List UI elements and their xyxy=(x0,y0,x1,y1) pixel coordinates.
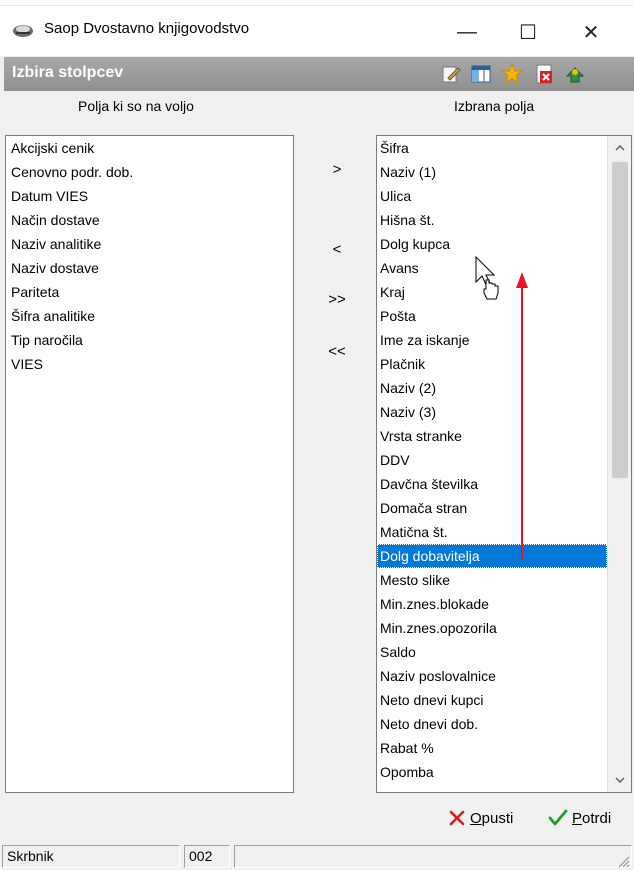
selected-field-item[interactable]: Ime za iskanje xyxy=(377,328,607,352)
selected-field-item[interactable]: Ulica xyxy=(377,184,607,208)
selected-field-item[interactable]: Plačnik xyxy=(377,352,607,376)
available-field-item[interactable]: VIES xyxy=(6,352,293,376)
status-code: 002 xyxy=(184,845,230,868)
selected-field-item[interactable]: Min.znes.opozorila xyxy=(377,616,607,640)
selected-field-item[interactable]: Davčna številka xyxy=(377,472,607,496)
selected-field-item[interactable]: Mesto slike xyxy=(377,568,607,592)
status-extra xyxy=(234,845,632,868)
chevron-down-icon xyxy=(615,777,625,783)
selected-field-item[interactable]: Opomba xyxy=(377,760,607,784)
dialog-button-bar: Opusti Potrdi xyxy=(0,793,634,841)
remove-all-fields-button[interactable]: << xyxy=(312,340,362,364)
maximize-button[interactable]: ☐ xyxy=(505,14,551,50)
selected-field-item[interactable]: Matična št. xyxy=(377,520,607,544)
selected-field-item[interactable]: Rabat % xyxy=(377,736,607,760)
resize-grip-icon[interactable] xyxy=(616,854,630,868)
selected-field-item[interactable]: Kraj xyxy=(377,280,607,304)
selected-fields-list[interactable]: Šifra Naziv (1) Ulica Hišna št. Dolg kupca Av… xyxy=(376,135,632,793)
app-icon xyxy=(13,25,33,37)
selected-field-item[interactable]: Pošta xyxy=(377,304,607,328)
status-bar: Skrbnik 002 xyxy=(0,841,634,870)
selected-field-item[interactable]: Šifra xyxy=(377,136,607,160)
available-field-item[interactable]: Šifra analitike xyxy=(6,304,293,328)
star-icon[interactable] xyxy=(501,63,523,85)
confirm-button[interactable]: Potrdi xyxy=(548,807,611,829)
selected-field-item[interactable]: Hišna št. xyxy=(377,208,607,232)
window-title: Saop Dvostavno knjigovodstvo xyxy=(44,20,250,37)
minimize-button[interactable]: — xyxy=(444,14,490,50)
title-bar[interactable]: Saop Dvostavno knjigovodstvo — ☐ ✕ xyxy=(0,6,634,56)
selected-field-item[interactable]: Avans xyxy=(377,256,607,280)
remove-field-button[interactable]: < xyxy=(312,238,362,262)
scroll-up-button[interactable] xyxy=(608,136,631,160)
selected-field-item[interactable]: Naziv (3) xyxy=(377,400,607,424)
selected-field-item[interactable]: Neto dnevi dob. xyxy=(377,712,607,736)
x-cancel-icon xyxy=(449,810,465,826)
checkmark-icon xyxy=(548,809,568,826)
exit-icon[interactable] xyxy=(564,63,586,85)
application-window: Saop Dvostavno knjigovodstvo — ☐ ✕ Izbir… xyxy=(0,0,634,870)
close-button[interactable]: ✕ xyxy=(568,14,614,50)
available-field-item[interactable]: Pariteta xyxy=(6,280,293,304)
scroll-down-button[interactable] xyxy=(608,768,631,792)
cancel-button[interactable]: Opusti xyxy=(448,807,513,829)
scroll-thumb[interactable] xyxy=(612,162,628,478)
status-user: Skrbnik xyxy=(2,845,180,868)
available-field-item[interactable]: Način dostave xyxy=(6,208,293,232)
edit-icon[interactable] xyxy=(440,63,462,85)
selected-field-item[interactable]: Saldo xyxy=(377,640,607,664)
confirm-button-label: Potrdi xyxy=(572,809,612,827)
selected-list-scrollbar[interactable] xyxy=(607,136,631,792)
selected-field-item[interactable]: Domača stran xyxy=(377,496,607,520)
selected-field-item[interactable]: Naziv poslovalnice xyxy=(377,664,607,688)
selected-field-item[interactable]: Vrsta stranke xyxy=(377,424,607,448)
dialog-title: Izbira stolpcev xyxy=(12,64,124,81)
available-field-item[interactable]: Akcijski cenik xyxy=(6,136,293,160)
delete-icon[interactable] xyxy=(533,63,555,85)
selected-field-item[interactable]: Naziv (1) xyxy=(377,160,607,184)
selected-field-item[interactable]: Dolg kupca xyxy=(377,232,607,256)
cancel-button-label: Opusti xyxy=(470,809,514,827)
available-fields-list[interactable]: Akcijski cenik Cenovno podr. dob. Datum VI… xyxy=(5,135,294,793)
selected-fields-label: Izbrana polja xyxy=(454,98,535,114)
selected-field-item[interactable]: Neto dnevi kupci xyxy=(377,688,607,712)
available-field-item[interactable]: Cenovno podr. dob. xyxy=(6,160,293,184)
available-fields-label: Polja ki so na voljo xyxy=(78,98,194,114)
chevron-up-icon xyxy=(615,145,625,151)
add-field-button[interactable]: > xyxy=(312,158,362,182)
columns-icon[interactable] xyxy=(470,63,492,85)
available-field-item[interactable]: Naziv dostave xyxy=(6,256,293,280)
dialog-header: Izbira stolpcev xyxy=(4,57,634,91)
available-field-item[interactable]: Naziv analitike xyxy=(6,232,293,256)
selected-field-item[interactable]: Min.znes.blokade xyxy=(377,592,607,616)
selected-field-item[interactable]: Dolg dobavitelja xyxy=(377,544,607,568)
available-field-item[interactable]: Datum VIES xyxy=(6,184,293,208)
selected-field-item[interactable]: Naziv (2) xyxy=(377,376,607,400)
selected-field-item[interactable]: DDV xyxy=(377,448,607,472)
add-all-fields-button[interactable]: >> xyxy=(312,288,362,312)
available-field-item[interactable]: Tip naročila xyxy=(6,328,293,352)
